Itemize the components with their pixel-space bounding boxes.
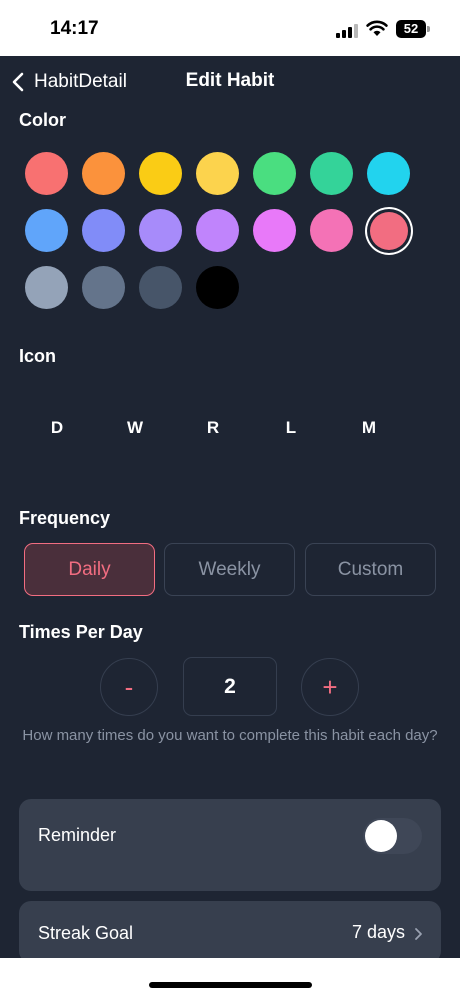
status-time: 14:17 (50, 18, 99, 39)
icon-option-d[interactable]: D (42, 418, 72, 438)
page-title: Edit Habit (185, 70, 275, 91)
color-swatch[interactable] (253, 209, 296, 252)
color-swatch[interactable] (139, 266, 182, 309)
color-swatch[interactable] (139, 209, 182, 252)
times-per-day-value[interactable]: 2 (183, 657, 277, 716)
frequency-weekly-button[interactable]: Weekly (164, 543, 295, 596)
icon-option-w[interactable]: W (120, 418, 150, 438)
icon-option-l[interactable]: L (276, 418, 306, 438)
home-indicator[interactable] (149, 982, 312, 988)
color-swatch[interactable] (196, 266, 239, 309)
times-per-day-helper: How many times do you want to complete t… (22, 727, 438, 744)
icon-option-m[interactable]: M (354, 418, 384, 438)
icon-section-title: Icon (19, 346, 57, 366)
reminder-toggle[interactable] (363, 818, 422, 854)
home-indicator-area (0, 958, 460, 999)
cellular-signal-icon (336, 22, 360, 38)
color-swatch[interactable] (196, 209, 239, 252)
color-swatch[interactable] (369, 211, 408, 250)
color-section-title: Color (19, 110, 66, 130)
status-bar: 14:17 52 (0, 0, 460, 56)
frequency-section-title: Frequency (19, 508, 111, 528)
color-swatch[interactable] (82, 152, 125, 195)
color-swatch[interactable] (253, 152, 296, 195)
chevron-right-icon (415, 928, 422, 940)
color-swatch[interactable] (196, 152, 239, 195)
decrement-button[interactable]: - (100, 658, 158, 716)
streak-goal-card[interactable]: Streak Goal 7 days (19, 901, 441, 963)
nav-bar: HabitDetail Edit Habit (0, 56, 460, 108)
toggle-knob (365, 820, 397, 852)
icon-option-r[interactable]: R (198, 418, 228, 438)
reminder-card: Reminder (19, 799, 441, 891)
battery-nub (427, 26, 430, 32)
frequency-custom-button[interactable]: Custom (305, 543, 436, 596)
color-swatch[interactable] (82, 266, 125, 309)
reminder-label: Reminder (38, 825, 117, 845)
color-swatch[interactable] (25, 209, 68, 252)
battery-icon: 52 (396, 20, 426, 38)
color-swatch[interactable] (82, 209, 125, 252)
color-swatch[interactable] (310, 152, 353, 195)
frequency-daily-button[interactable]: Daily (24, 543, 155, 596)
color-swatch[interactable] (367, 152, 410, 195)
times-per-day-title: Times Per Day (19, 622, 143, 642)
wifi-icon (366, 20, 388, 36)
increment-button[interactable]: + (301, 658, 359, 716)
color-swatch[interactable] (25, 152, 68, 195)
streak-goal-label: Streak Goal (38, 923, 134, 943)
color-swatch[interactable] (310, 209, 353, 252)
color-swatch[interactable] (139, 152, 182, 195)
streak-goal-value: 7 days (351, 922, 405, 942)
color-swatch[interactable] (25, 266, 68, 309)
